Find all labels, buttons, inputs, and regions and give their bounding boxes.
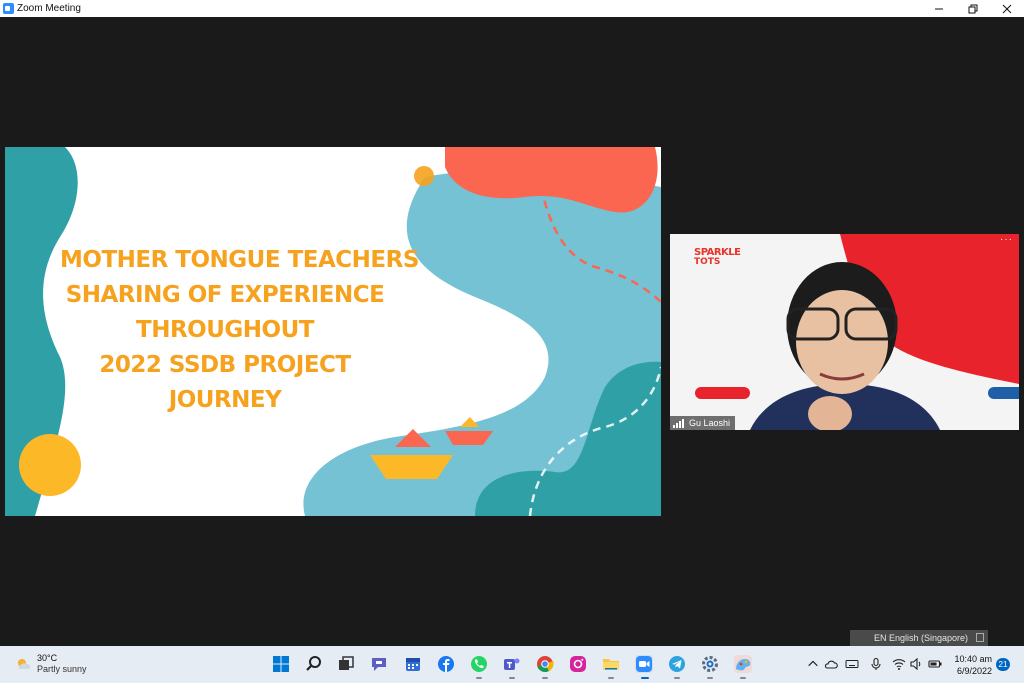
calendar-button[interactable]: [404, 655, 422, 673]
calendar-icon: [406, 658, 420, 671]
logo-text: TOTS: [694, 257, 721, 267]
onedrive-button[interactable]: [824, 657, 838, 671]
slide-title: MOTHER TONGUE TEACHERS SHARING OF EXPERI…: [60, 243, 419, 418]
chat-button[interactable]: [370, 655, 388, 673]
running-indicator: [476, 677, 482, 679]
close-icon: [1002, 4, 1012, 13]
instagram-button[interactable]: [569, 655, 587, 673]
slide-title-line: 2022 SSDB PROJECT: [99, 352, 351, 378]
windows-taskbar: 30°C Partly sunny 10:40 am 6/9/2022 21: [0, 646, 1024, 683]
running-indicator: [674, 677, 680, 679]
language-bar[interactable]: EN English (Singapore): [850, 630, 988, 646]
close-button[interactable]: [990, 0, 1024, 17]
facebook-button[interactable]: [437, 655, 455, 673]
minimize-button[interactable]: [922, 0, 956, 17]
chrome-icon: [537, 656, 554, 673]
language-label: EN English (Singapore): [874, 633, 969, 643]
clock-date: 6/9/2022: [956, 666, 992, 676]
battery-icon: [928, 660, 942, 668]
meeting-stage: MOTHER TONGUE TEACHERS SHARING OF EXPERI…: [0, 17, 1024, 646]
teams-icon: [504, 658, 520, 670]
cloud-icon: [824, 660, 838, 669]
whatsapp-icon: [471, 656, 487, 672]
running-indicator: [509, 677, 515, 679]
notification-badge[interactable]: 21: [996, 658, 1010, 671]
window-controls: [922, 0, 1024, 17]
telegram-icon: [669, 656, 685, 672]
keyboard-icon: [845, 660, 859, 668]
file-explorer-button[interactable]: [602, 655, 620, 673]
system-clock[interactable]: 10:40 am 6/9/2022: [952, 653, 992, 677]
file-explorer-icon: [603, 659, 619, 670]
restore-icon: [968, 4, 978, 13]
whatsapp-button[interactable]: [470, 655, 488, 673]
slide-title-line: THROUGHOUT: [136, 317, 314, 343]
restore-button[interactable]: [956, 0, 990, 17]
weather-widget[interactable]: 30°C Partly sunny: [14, 653, 87, 675]
zoom-app-icon: [3, 3, 14, 14]
sparkle-tots-logo: SPARKLE TOTS: [694, 248, 744, 267]
chrome-button[interactable]: [536, 655, 554, 673]
zoom-button[interactable]: [635, 655, 653, 673]
volume-button[interactable]: [909, 657, 923, 671]
chevron-up-icon: [808, 660, 818, 667]
minimize-icon: [935, 8, 943, 9]
facebook-icon: [438, 656, 454, 672]
task-view-button[interactable]: [337, 655, 355, 673]
microphone-button[interactable]: [869, 657, 883, 671]
participant-video-tile[interactable]: SPARKLE TOTS ··· Gu Laoshi: [670, 234, 1019, 430]
windows-start-icon: [273, 656, 289, 672]
participant-name: Gu Laoshi: [689, 418, 731, 428]
paint-icon: [736, 659, 751, 671]
chat-icon: [372, 658, 386, 671]
expand-icon[interactable]: [976, 633, 984, 642]
window-titlebar: Zoom Meeting: [0, 0, 1024, 17]
speaker-icon: [910, 657, 921, 671]
wifi-icon: [892, 659, 906, 670]
weather-temperature: 30°C: [37, 653, 58, 663]
task-view-icon: [339, 656, 354, 670]
battery-button[interactable]: [928, 657, 942, 671]
telegram-button[interactable]: [668, 655, 686, 673]
running-indicator: [608, 677, 614, 679]
active-indicator: [641, 677, 649, 679]
settings-icon: [702, 656, 718, 672]
weather-description: Partly sunny: [37, 664, 87, 674]
shared-slide: MOTHER TONGUE TEACHERS SHARING OF EXPERI…: [5, 147, 661, 516]
search-icon: [306, 656, 321, 671]
teams-button[interactable]: [503, 655, 521, 673]
slide-title-line: JOURNEY: [168, 387, 282, 413]
more-options-icon[interactable]: ···: [1000, 234, 1013, 245]
wifi-button[interactable]: [892, 657, 906, 671]
settings-button[interactable]: [701, 655, 719, 673]
clock-time: 10:40 am: [954, 654, 992, 664]
show-hidden-icons-button[interactable]: [806, 657, 820, 671]
instagram-icon: [570, 656, 586, 672]
running-indicator: [707, 677, 713, 679]
signal-strength-icon: [673, 418, 685, 428]
partly-sunny-icon: [18, 659, 30, 669]
running-indicator: [542, 677, 548, 679]
search-button[interactable]: [305, 655, 323, 673]
running-indicator: [740, 677, 746, 679]
slide-title-line: SHARING OF EXPERIENCE: [65, 282, 385, 308]
microphone-icon: [871, 657, 881, 670]
participant-name-tag: Gu Laoshi: [670, 416, 736, 430]
keyboard-button[interactable]: [845, 657, 859, 671]
paint-button[interactable]: [734, 655, 752, 673]
zoom-icon: [636, 656, 652, 672]
window-title: Zoom Meeting: [17, 3, 81, 14]
slide-title-line: MOTHER TONGUE TEACHERS: [60, 247, 419, 273]
start-button[interactable]: [272, 655, 290, 673]
